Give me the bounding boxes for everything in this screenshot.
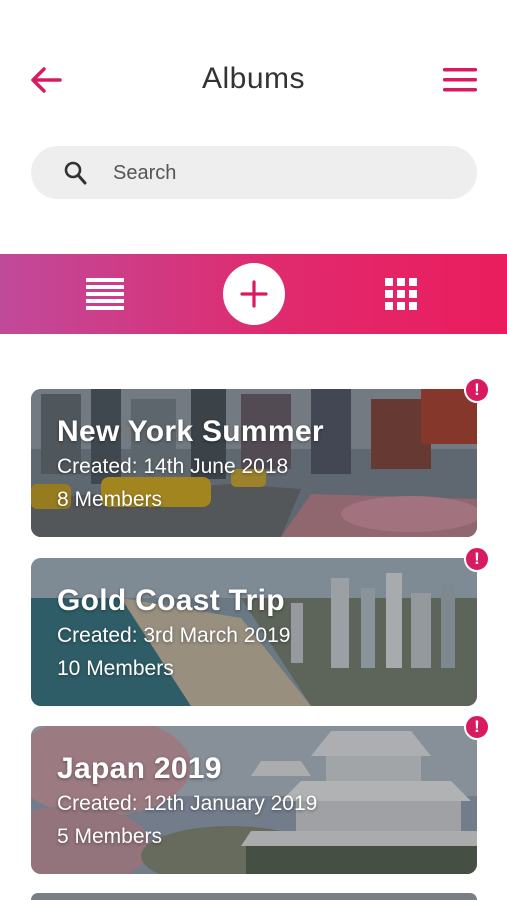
album-created-date: Created: 14th June 2018 [57,455,289,478]
album-member-count: 8 Members [57,488,163,511]
album-created-date: Created: 3rd March 2019 [57,624,291,647]
search-input[interactable] [111,146,455,201]
app-header: Albums [0,40,507,120]
album-created-date: Created: 12th January 2019 [57,792,318,815]
plus-icon [240,280,268,308]
album-member-count: 10 Members [57,657,174,680]
album-title: Japan 2019 [57,752,222,785]
hamburger-menu-icon [443,68,477,92]
list-view-icon [86,278,124,310]
album-title: Gold Coast Trip [57,584,285,617]
menu-button[interactable] [438,62,482,98]
album-card-new-york-summer[interactable]: New York Summer Created: 14th June 2018 … [31,377,490,537]
add-album-button[interactable] [223,263,285,325]
view-toolbar [0,254,507,334]
album-card-japan-2019[interactable]: Japan 2019 Created: 12th January 2019 5 … [31,714,490,874]
search-bar[interactable] [31,146,477,201]
page-title: Albums [201,62,306,95]
grid-view-button[interactable] [383,276,419,312]
list-view-button[interactable] [85,276,125,312]
album-card-partial[interactable] [31,893,477,900]
alert-badge[interactable]: ! [464,714,490,740]
album-title: New York Summer [57,415,324,448]
alert-badge[interactable]: ! [464,546,490,572]
grid-view-icon [385,278,417,310]
alert-badge[interactable]: ! [464,377,490,403]
album-member-count: 5 Members [57,825,163,848]
search-icon [64,161,87,185]
album-card-gold-coast-trip[interactable]: Gold Coast Trip Created: 3rd March 2019 … [31,546,490,706]
